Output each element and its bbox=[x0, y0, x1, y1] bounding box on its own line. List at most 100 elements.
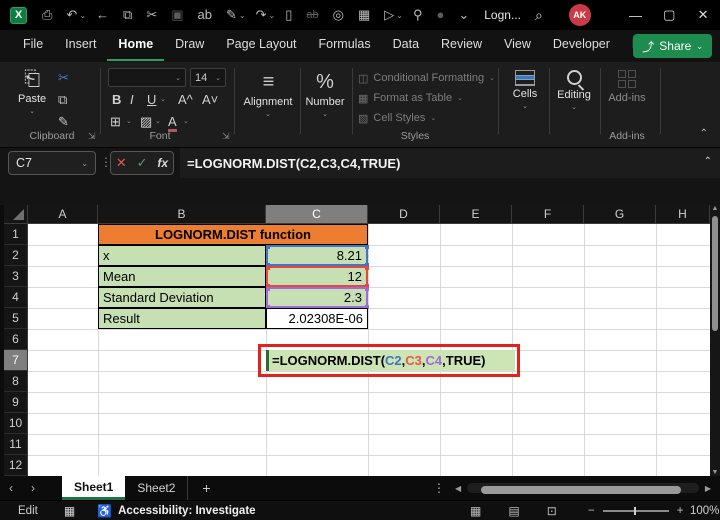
scroll-down-icon[interactable]: ▼ bbox=[712, 469, 719, 476]
row-header-5[interactable]: 5 bbox=[4, 308, 28, 329]
scroll-left-icon[interactable]: ◀ bbox=[455, 484, 461, 493]
ribbon-tab-page-layout[interactable]: Page Layout bbox=[215, 31, 307, 61]
italic-button[interactable]: I bbox=[130, 92, 134, 107]
maximize-button[interactable]: ▢ bbox=[652, 0, 686, 30]
redo-chevron-icon[interactable]: ⌄ bbox=[269, 11, 279, 20]
permissions-icon[interactable]: ⚲ bbox=[406, 0, 430, 30]
cell-title[interactable]: LOGNORM.DIST function bbox=[98, 224, 368, 245]
scroll-right-icon[interactable]: ▶ bbox=[705, 484, 711, 493]
zoom-in-icon[interactable]: + bbox=[677, 505, 684, 517]
page-layout-view-icon[interactable]: ▤ bbox=[508, 504, 519, 518]
styles-item-conditional-formatting[interactable]: ◫Conditional Formatting⌄ bbox=[358, 68, 495, 88]
horizontal-scroll-thumb[interactable] bbox=[481, 486, 681, 494]
paste-picture-icon[interactable]: ▣ bbox=[164, 0, 190, 30]
accessibility-status[interactable]: Accessibility: Investigate bbox=[118, 505, 255, 517]
cells-button[interactable]: Cells ⌄ bbox=[505, 70, 545, 110]
row-header-4[interactable]: 4 bbox=[4, 287, 28, 308]
undo-chevron-icon[interactable]: ⌄ bbox=[79, 11, 89, 20]
ribbon-tab-view[interactable]: View bbox=[493, 31, 542, 61]
zoom-out-icon[interactable]: − bbox=[588, 505, 595, 517]
row-header-6[interactable]: 6 bbox=[4, 329, 28, 350]
column-header-F[interactable]: F bbox=[512, 205, 584, 224]
row-header-2[interactable]: 2 bbox=[4, 245, 28, 266]
copy-icon[interactable]: ⧉ bbox=[116, 0, 139, 30]
name-box[interactable]: C7⌄ bbox=[8, 151, 96, 175]
accessibility-icon[interactable]: ♿ bbox=[97, 504, 112, 518]
font-color-chevron-icon[interactable]: ⌄ bbox=[183, 117, 189, 125]
fill-color-chevron-icon[interactable]: ⌄ bbox=[155, 117, 161, 125]
record-icon[interactable]: ● bbox=[429, 0, 451, 30]
styles-item-cell-styles[interactable]: ▧Cell Styles⌄ bbox=[358, 108, 495, 128]
font-size-combobox[interactable]: 14⌄ bbox=[190, 68, 226, 87]
cell-value-x[interactable]: 8.21 bbox=[266, 245, 368, 266]
cancel-icon[interactable]: ✕ bbox=[116, 155, 127, 171]
account-avatar[interactable]: AK bbox=[569, 4, 591, 26]
cell-label-x[interactable]: x bbox=[98, 245, 266, 266]
row-header-8[interactable]: 8 bbox=[4, 371, 28, 392]
scroll-up-icon[interactable]: ▲ bbox=[712, 205, 719, 212]
camera-icon[interactable]: ◎ bbox=[326, 0, 351, 30]
normal-view-icon[interactable]: ▦ bbox=[470, 504, 481, 518]
copy-icon[interactable]: ⧉ bbox=[58, 92, 67, 108]
back-icon[interactable]: ← bbox=[89, 0, 116, 30]
row-header-12[interactable]: 12 bbox=[4, 455, 28, 476]
number-button[interactable]: % Number ⌄ bbox=[302, 70, 348, 118]
prev-sheet-icon[interactable]: ‹ bbox=[0, 481, 22, 495]
column-header-G[interactable]: G bbox=[584, 205, 656, 224]
page-break-view-icon[interactable]: ⊡ bbox=[547, 504, 557, 518]
ribbon-tab-insert[interactable]: Insert bbox=[54, 31, 107, 61]
formula-input[interactable]: =LOGNORM.DIST(C2,C3,C4,TRUE) bbox=[180, 148, 720, 178]
add-ins-button[interactable]: Add-ins bbox=[604, 70, 650, 104]
paste-button[interactable]: ⎗ Paste ⌄ bbox=[18, 67, 46, 115]
shrink-font-button[interactable]: A˅ bbox=[202, 92, 218, 107]
close-button[interactable]: ✕ bbox=[686, 0, 720, 30]
run-macro-chevron-icon[interactable]: ⌄ bbox=[396, 11, 406, 20]
cut-icon[interactable]: ✂ bbox=[58, 70, 69, 86]
row-header-7[interactable]: 7 bbox=[4, 350, 28, 371]
sheet-options-icon[interactable]: ⋮ bbox=[433, 481, 445, 495]
minimize-button[interactable]: — bbox=[619, 0, 653, 30]
format-painter-icon[interactable]: ✎ bbox=[58, 114, 69, 130]
ribbon-tab-formulas[interactable]: Formulas bbox=[308, 31, 382, 61]
grow-font-button[interactable]: A^ bbox=[178, 92, 193, 107]
styles-item-format-as-table[interactable]: ▦Format as Table⌄ bbox=[358, 88, 495, 108]
share-button[interactable]: ⤴ Share ⌄ bbox=[633, 34, 712, 58]
collapse-formula-bar-icon[interactable]: ⌃ bbox=[704, 156, 712, 167]
excel-logo-icon[interactable]: X bbox=[10, 7, 27, 24]
editing-button[interactable]: Editing ⌄ bbox=[552, 70, 596, 111]
row-header-9[interactable]: 9 bbox=[4, 392, 28, 413]
strikethrough-icon[interactable]: ab bbox=[299, 0, 325, 30]
new-file-icon[interactable]: ▯ bbox=[278, 0, 299, 30]
column-header-B[interactable]: B bbox=[98, 205, 266, 224]
enter-icon[interactable]: ✓ bbox=[137, 155, 148, 171]
ribbon-tab-developer[interactable]: Developer bbox=[542, 31, 621, 61]
borders-chevron-icon[interactable]: ⌄ bbox=[126, 117, 132, 125]
column-header-E[interactable]: E bbox=[440, 205, 512, 224]
row-header-1[interactable]: 1 bbox=[4, 224, 28, 245]
ink-chevron-icon[interactable]: ⌄ bbox=[239, 11, 249, 20]
zoom-slider[interactable] bbox=[603, 510, 669, 512]
ribbon-tab-file[interactable]: File bbox=[12, 31, 54, 61]
select-all-corner[interactable] bbox=[4, 205, 28, 224]
next-sheet-icon[interactable]: › bbox=[22, 481, 44, 495]
vertical-scroll-thumb[interactable] bbox=[712, 216, 718, 331]
insert-function-icon[interactable]: fx bbox=[157, 156, 168, 170]
add-sheet-button[interactable]: + bbox=[188, 480, 224, 496]
sheet-tab-sheet1[interactable]: Sheet1 bbox=[62, 476, 125, 500]
zoom-level[interactable]: 100% bbox=[690, 505, 719, 517]
row-header-10[interactable]: 10 bbox=[4, 413, 28, 434]
row-header-11[interactable]: 11 bbox=[4, 434, 28, 455]
ribbon-tab-home[interactable]: Home bbox=[107, 31, 164, 61]
cell-label-standard-deviation[interactable]: Standard Deviation bbox=[98, 287, 266, 308]
cell-label-mean[interactable]: Mean bbox=[98, 266, 266, 287]
replace-icon[interactable]: ab bbox=[191, 0, 219, 30]
macro-record-icon[interactable]: ▦ bbox=[64, 504, 75, 518]
column-header-D[interactable]: D bbox=[368, 205, 440, 224]
vertical-scrollbar[interactable]: ▲ ▼ bbox=[710, 205, 720, 476]
underline-button[interactable]: U bbox=[147, 92, 156, 107]
ribbon-tab-draw[interactable]: Draw bbox=[164, 31, 215, 61]
cell-value-standard-deviation[interactable]: 2.3 bbox=[266, 287, 368, 308]
alignment-button[interactable]: ≡ Alignment ⌄ bbox=[240, 70, 296, 118]
document-title[interactable]: Logn... bbox=[484, 8, 521, 22]
row-header-3[interactable]: 3 bbox=[4, 266, 28, 287]
